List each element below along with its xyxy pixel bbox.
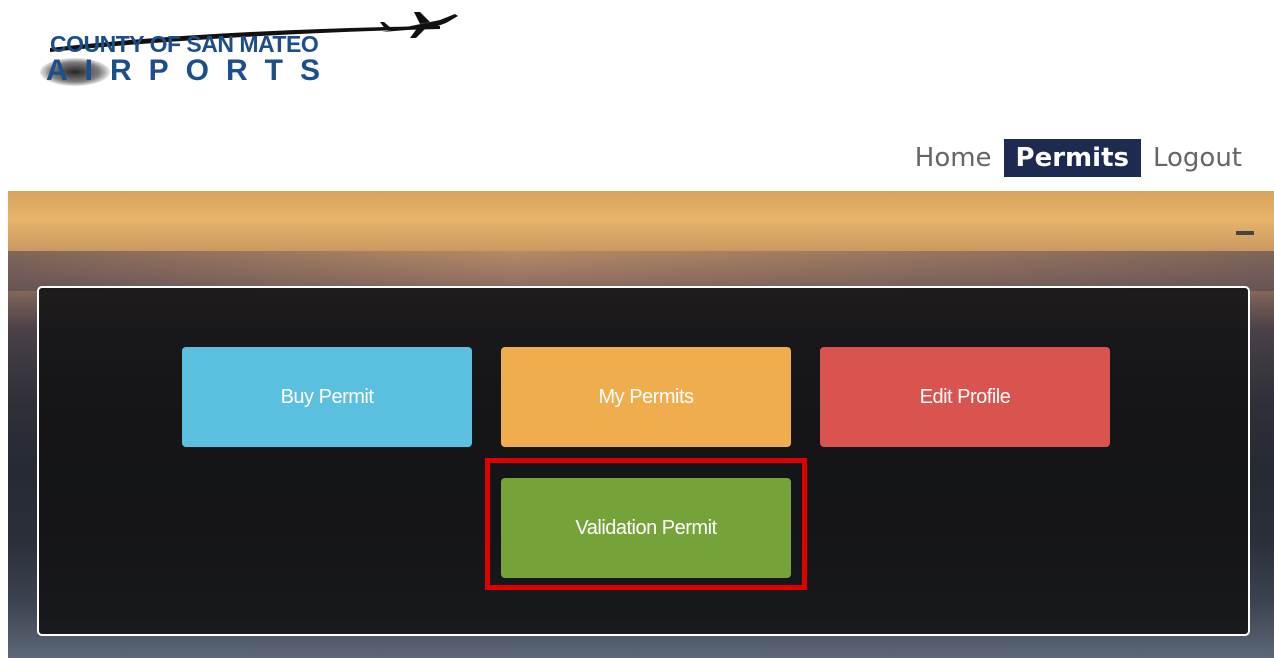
buy-permit-button[interactable]: Buy Permit	[182, 347, 472, 447]
permits-panel: Buy Permit My Permits Edit Profile Valid…	[37, 286, 1250, 636]
nav-logout[interactable]: Logout	[1141, 139, 1254, 177]
page: COUNTY OF SAN MATEO AIRPORTS Home Permit…	[0, 0, 1274, 658]
hero-clouds	[8, 251, 1274, 291]
airplane-icon	[380, 12, 458, 38]
logo-bottom-text: AIRPORTS	[46, 54, 338, 87]
nav-home[interactable]: Home	[903, 139, 1004, 177]
distant-plane-icon	[1236, 231, 1254, 235]
edit-profile-button[interactable]: Edit Profile	[820, 347, 1110, 447]
validation-permit-button[interactable]: Validation Permit	[501, 478, 791, 578]
main-nav: Home Permits Logout	[903, 139, 1254, 177]
site-logo[interactable]: COUNTY OF SAN MATEO AIRPORTS	[40, 8, 460, 96]
nav-permits[interactable]: Permits	[1003, 139, 1141, 177]
my-permits-button[interactable]: My Permits	[501, 347, 791, 447]
